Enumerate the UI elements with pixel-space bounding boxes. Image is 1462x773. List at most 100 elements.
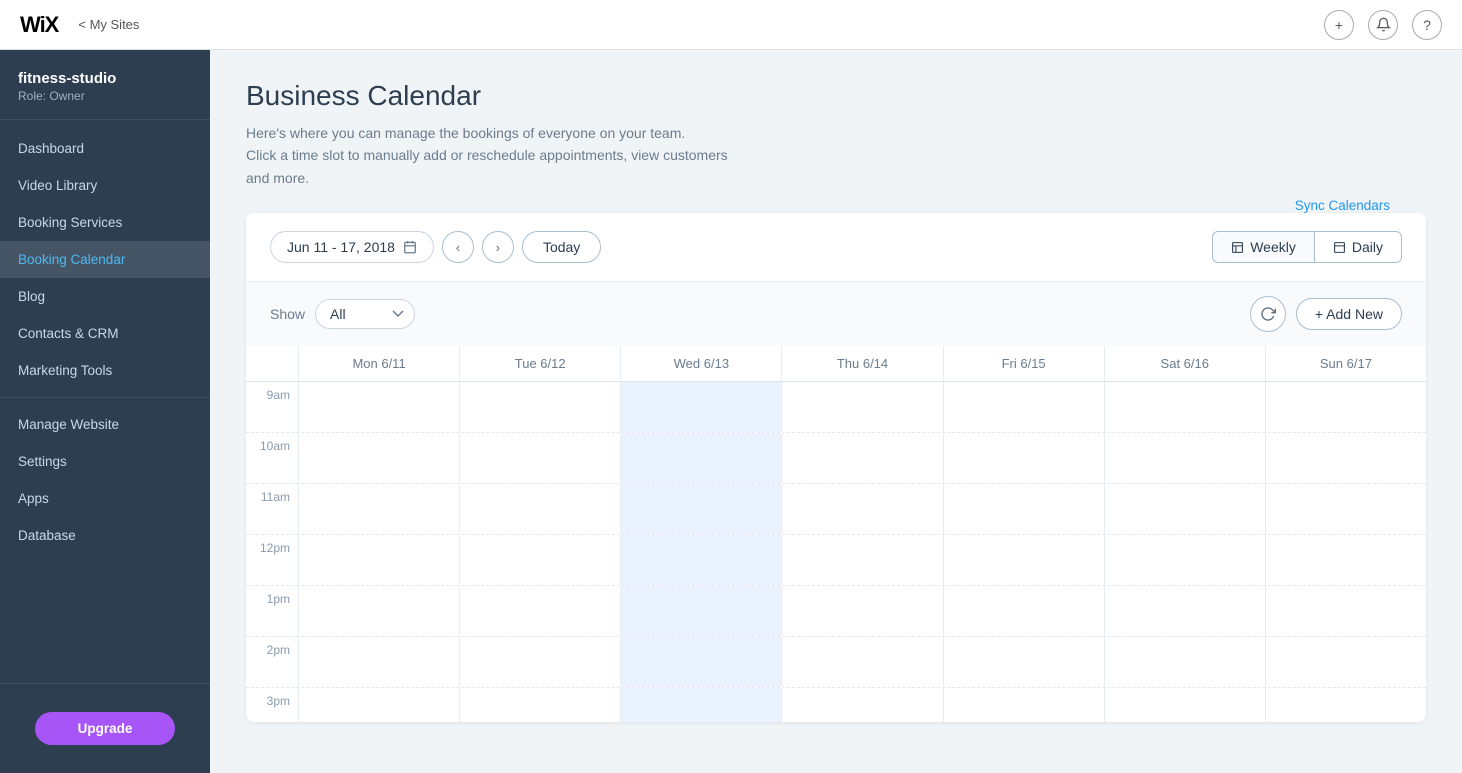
sidebar-item-video-library[interactable]: Video Library bbox=[0, 167, 210, 204]
cal-cell[interactable] bbox=[943, 688, 1104, 722]
cal-cell[interactable] bbox=[298, 586, 459, 636]
date-display[interactable]: Jun 11 - 17, 2018 bbox=[270, 231, 434, 263]
topbar: WiX < My Sites + ? bbox=[0, 0, 1462, 50]
cal-cell[interactable] bbox=[459, 535, 620, 585]
sidebar-item-contacts-crm[interactable]: Contacts & CRM bbox=[0, 315, 210, 352]
cal-cell[interactable] bbox=[298, 433, 459, 483]
controls-row: Jun 11 - 17, 2018 ‹ › Today Weekly Daily bbox=[246, 213, 1426, 282]
cal-body-wrapper[interactable]: 9am10am11am12pm1pm2pm3pm bbox=[246, 382, 1426, 722]
cal-cell[interactable] bbox=[943, 637, 1104, 687]
cal-cell[interactable] bbox=[298, 688, 459, 722]
cal-cell[interactable] bbox=[1104, 637, 1265, 687]
sidebar-site-info: fitness-studio Role: Owner bbox=[0, 50, 210, 120]
cal-cell[interactable] bbox=[1265, 484, 1426, 534]
cal-cell[interactable] bbox=[1104, 586, 1265, 636]
cal-cell[interactable] bbox=[943, 484, 1104, 534]
notifications-button[interactable] bbox=[1368, 10, 1398, 40]
cal-time-row: 3pm bbox=[246, 688, 1426, 722]
cal-cell[interactable] bbox=[620, 637, 781, 687]
show-filter: Show All Staff Services bbox=[270, 299, 415, 329]
help-button[interactable]: ? bbox=[1412, 10, 1442, 40]
sidebar-item-apps[interactable]: Apps bbox=[0, 480, 210, 517]
cal-day-header: Thu 6/14 bbox=[781, 346, 942, 381]
cal-cell[interactable] bbox=[459, 688, 620, 722]
cal-cell[interactable] bbox=[459, 637, 620, 687]
cal-cell[interactable] bbox=[1104, 535, 1265, 585]
cal-day-header: Mon 6/11 bbox=[298, 346, 459, 381]
add-button[interactable]: + bbox=[1324, 10, 1354, 40]
cal-cell[interactable] bbox=[1265, 688, 1426, 722]
cal-cell[interactable] bbox=[781, 535, 942, 585]
next-week-button[interactable]: › bbox=[482, 231, 514, 263]
cal-cell[interactable] bbox=[459, 586, 620, 636]
add-new-button[interactable]: + Add New bbox=[1296, 298, 1402, 330]
sidebar-item-marketing-tools[interactable]: Marketing Tools bbox=[0, 352, 210, 389]
cal-cell[interactable] bbox=[781, 484, 942, 534]
cal-cell[interactable] bbox=[781, 382, 942, 432]
sidebar-section-divider bbox=[0, 397, 210, 398]
cal-cell[interactable] bbox=[781, 433, 942, 483]
cal-cell[interactable] bbox=[620, 382, 781, 432]
cal-cell[interactable] bbox=[620, 688, 781, 722]
content-area: Business Calendar Here's where you can m… bbox=[210, 50, 1462, 773]
weekly-view-button[interactable]: Weekly bbox=[1212, 231, 1314, 263]
cal-cell[interactable] bbox=[1265, 433, 1426, 483]
cal-day-header: Sun 6/17 bbox=[1265, 346, 1426, 381]
cal-cell[interactable] bbox=[943, 382, 1104, 432]
cal-cell[interactable] bbox=[781, 688, 942, 722]
header-area: Business Calendar Here's where you can m… bbox=[246, 80, 1426, 189]
cal-grid: Mon 6/11Tue 6/12Wed 6/13Thu 6/14Fri 6/15… bbox=[246, 346, 1426, 722]
page-description: Here's where you can manage the bookings… bbox=[246, 122, 946, 189]
upgrade-button[interactable]: Upgrade bbox=[35, 712, 175, 745]
sidebar-item-booking-services[interactable]: Booking Services bbox=[0, 204, 210, 241]
sidebar-item-settings[interactable]: Settings bbox=[0, 443, 210, 480]
cal-day-header: Sat 6/16 bbox=[1104, 346, 1265, 381]
cal-cell[interactable] bbox=[620, 433, 781, 483]
page-title: Business Calendar bbox=[246, 80, 1426, 112]
cal-time-header bbox=[246, 346, 298, 381]
cal-time-label: 2pm bbox=[246, 637, 298, 657]
cal-time-row: 9am bbox=[246, 382, 1426, 433]
topbar-right: + ? bbox=[1324, 10, 1442, 40]
sidebar: fitness-studio Role: Owner DashboardVide… bbox=[0, 50, 210, 773]
cal-body: 9am10am11am12pm1pm2pm3pm bbox=[246, 382, 1426, 722]
cal-cell[interactable] bbox=[459, 433, 620, 483]
sidebar-nav: DashboardVideo LibraryBooking ServicesBo… bbox=[0, 120, 210, 675]
cal-cell[interactable] bbox=[459, 484, 620, 534]
cal-cell[interactable] bbox=[1104, 484, 1265, 534]
cal-cell[interactable] bbox=[298, 535, 459, 585]
sidebar-item-booking-calendar[interactable]: Booking Calendar bbox=[0, 241, 210, 278]
sidebar-item-database[interactable]: Database bbox=[0, 517, 210, 554]
cal-cell[interactable] bbox=[1104, 382, 1265, 432]
cal-cell[interactable] bbox=[620, 484, 781, 534]
cal-cell[interactable] bbox=[943, 433, 1104, 483]
cal-cell[interactable] bbox=[298, 484, 459, 534]
show-select[interactable]: All Staff Services bbox=[315, 299, 415, 329]
cal-header-row: Mon 6/11Tue 6/12Wed 6/13Thu 6/14Fri 6/15… bbox=[246, 346, 1426, 382]
cal-cell[interactable] bbox=[459, 382, 620, 432]
cal-cell[interactable] bbox=[943, 586, 1104, 636]
cal-time-row: 10am bbox=[246, 433, 1426, 484]
sidebar-item-dashboard[interactable]: Dashboard bbox=[0, 130, 210, 167]
refresh-button[interactable] bbox=[1250, 296, 1286, 332]
cal-cell[interactable] bbox=[298, 637, 459, 687]
today-button[interactable]: Today bbox=[522, 231, 601, 263]
sync-calendars-link[interactable]: Sync Calendars bbox=[1295, 198, 1390, 213]
cal-cell[interactable] bbox=[620, 535, 781, 585]
cal-cell[interactable] bbox=[1265, 382, 1426, 432]
cal-cell[interactable] bbox=[298, 382, 459, 432]
my-sites-link[interactable]: < My Sites bbox=[78, 17, 139, 32]
sidebar-item-manage-website[interactable]: Manage Website bbox=[0, 406, 210, 443]
cal-cell[interactable] bbox=[620, 586, 781, 636]
cal-cell[interactable] bbox=[1104, 433, 1265, 483]
cal-cell[interactable] bbox=[781, 637, 942, 687]
cal-cell[interactable] bbox=[1265, 637, 1426, 687]
sidebar-item-blog[interactable]: Blog bbox=[0, 278, 210, 315]
cal-cell[interactable] bbox=[781, 586, 942, 636]
daily-view-button[interactable]: Daily bbox=[1314, 231, 1402, 263]
cal-cell[interactable] bbox=[943, 535, 1104, 585]
cal-cell[interactable] bbox=[1104, 688, 1265, 722]
prev-week-button[interactable]: ‹ bbox=[442, 231, 474, 263]
cal-cell[interactable] bbox=[1265, 535, 1426, 585]
cal-cell[interactable] bbox=[1265, 586, 1426, 636]
